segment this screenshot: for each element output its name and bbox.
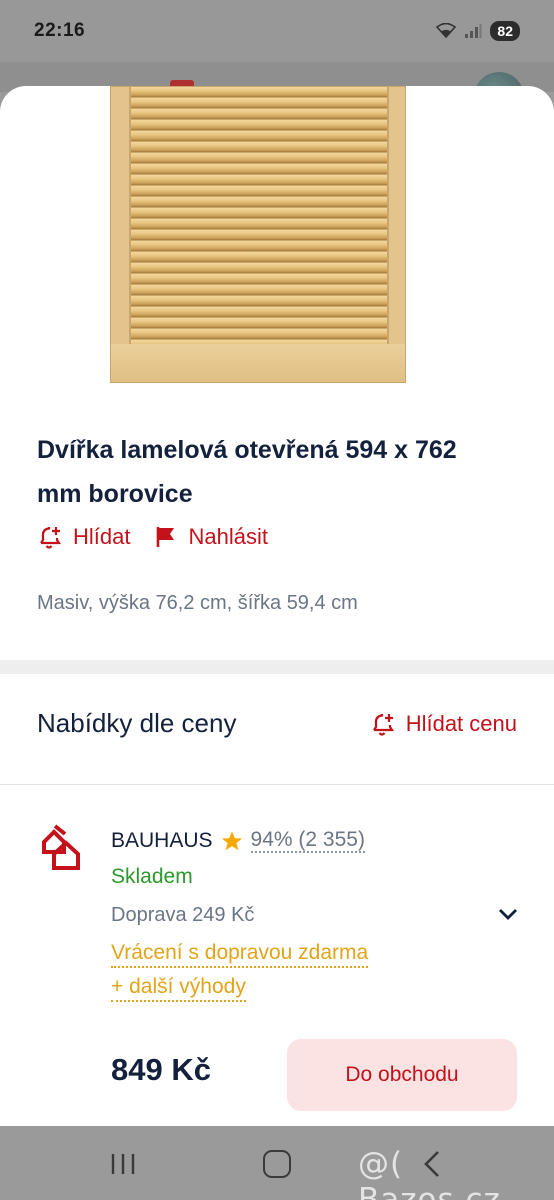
offer-price: 849 Kč bbox=[111, 1052, 211, 1087]
status-bar: 22:16 82 bbox=[0, 0, 554, 62]
wifi-icon bbox=[436, 23, 457, 39]
report-label: Nahlásit bbox=[188, 524, 268, 549]
offers-title: Nabídky dle ceny bbox=[37, 708, 237, 738]
product-title: Dvířka lamelová otevřená 594 x 762 mm bo… bbox=[37, 436, 457, 508]
watch-price-button[interactable]: Hlídat cenu bbox=[370, 711, 517, 737]
product-actions: Hlídat Nahlásit bbox=[37, 524, 268, 550]
perk-more-benefits[interactable]: + další výhody bbox=[111, 974, 246, 1002]
star-icon bbox=[221, 831, 242, 851]
offer-card[interactable]: BAUHAUS 94% (2 355) Skladem Doprava 249 … bbox=[111, 824, 441, 1002]
watch-button[interactable]: Hlídat bbox=[37, 524, 130, 550]
report-button[interactable]: Nahlásit bbox=[154, 524, 268, 550]
shop-name: BAUHAUS bbox=[111, 829, 213, 852]
door-bottom-rail bbox=[111, 344, 405, 382]
offers-header: Nabídky dle ceny Hlídat cenu bbox=[37, 708, 517, 739]
availability: Skladem bbox=[111, 865, 193, 888]
bell-plus-icon bbox=[372, 713, 394, 736]
status-time: 22:16 bbox=[34, 20, 86, 41]
divider bbox=[0, 784, 554, 785]
bell-plus-icon bbox=[40, 527, 62, 549]
battery-badge: 82 bbox=[490, 21, 520, 41]
product-image bbox=[110, 86, 406, 383]
shop-rating[interactable]: 94% (2 355) bbox=[250, 829, 365, 853]
watermark: @( Bazos.cz bbox=[358, 1146, 501, 1200]
product-description: Masiv, výška 76,2 cm, šířka 59,4 cm bbox=[37, 592, 358, 614]
section-separator bbox=[0, 660, 554, 674]
home-icon[interactable] bbox=[263, 1150, 291, 1178]
signal-icon bbox=[465, 24, 482, 38]
status-icons: 82 bbox=[436, 21, 520, 41]
bauhaus-logo bbox=[42, 824, 80, 870]
flag-icon bbox=[157, 527, 175, 547]
perk-free-return[interactable]: Vrácení s dopravou zdarma bbox=[111, 940, 369, 968]
watch-label: Hlídat bbox=[73, 524, 131, 549]
louvers bbox=[129, 87, 389, 345]
watch-price-label: Hlídat cenu bbox=[405, 710, 517, 736]
go-to-shop-button[interactable]: Do obchodu bbox=[287, 1039, 517, 1111]
chevron-down-icon[interactable] bbox=[496, 906, 520, 922]
shipping-cost: Doprava 249 Kč bbox=[111, 904, 255, 926]
product-sheet: Dvířka lamelová otevřená 594 x 762 mm bo… bbox=[0, 86, 554, 1126]
shop-row: BAUHAUS 94% (2 355) bbox=[111, 824, 441, 858]
recents-icon[interactable] bbox=[110, 1152, 136, 1176]
